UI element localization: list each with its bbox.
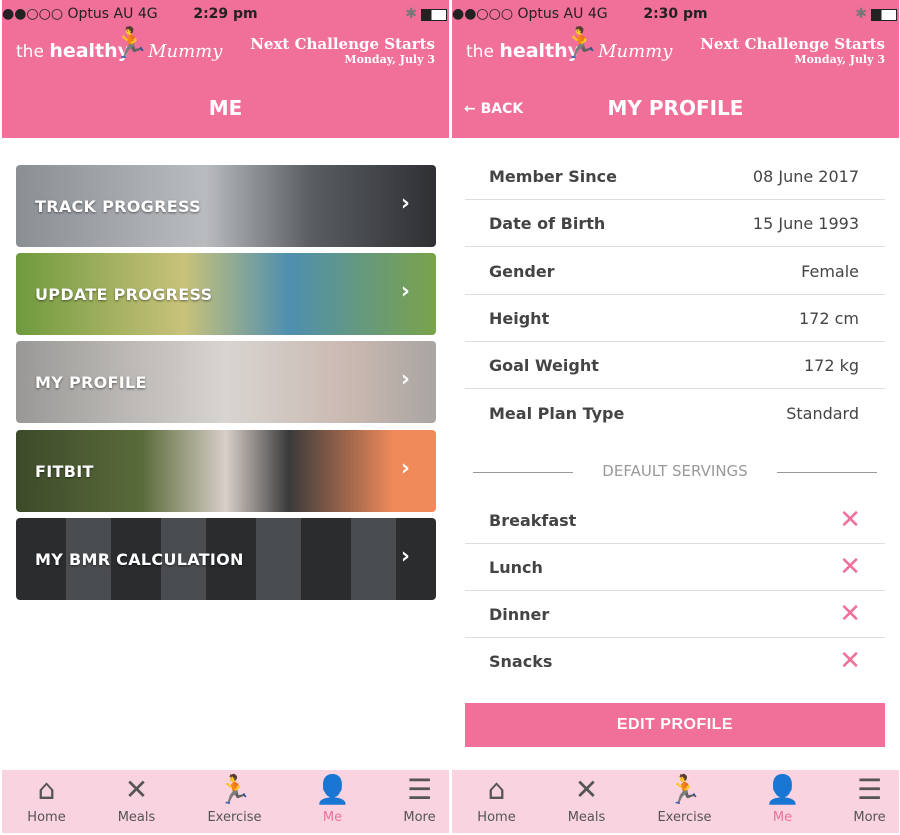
menu-track-progress[interactable]: TRACK PROGRESS › xyxy=(16,165,436,247)
logo: the healthy 🏃 Mummy xyxy=(16,26,223,62)
home-icon: ⌂ xyxy=(37,773,56,806)
running-icon: 🏃 xyxy=(667,773,702,806)
tab-bar: ⌂ Home ✕ Meals 🏃 Exercise 👤 Me ☰ More xyxy=(2,770,449,833)
battery-icon xyxy=(871,9,897,21)
serving-breakfast[interactable]: Breakfast ✕ xyxy=(465,497,885,544)
menu-icon: ☰ xyxy=(856,773,883,806)
utensils-icon: ✕ xyxy=(839,599,861,629)
utensils-icon: ✕ xyxy=(839,552,861,582)
status-bar: ●●○○○ Optus AU 4G 2:29 pm ✱ xyxy=(2,6,449,26)
tab-meals[interactable]: ✕ Meals xyxy=(542,770,631,833)
serving-lunch[interactable]: Lunch ✕ xyxy=(465,544,885,591)
page-title: ME xyxy=(208,96,243,120)
serving-dinner[interactable]: Dinner ✕ xyxy=(465,591,885,638)
person-icon: 👤 xyxy=(315,773,350,806)
edit-profile-button[interactable]: EDIT PROFILE xyxy=(465,703,885,747)
header: ●●○○○ Optus AU 4G 2:30 pm ✱ the healthy 🏃… xyxy=(452,0,899,138)
logo-figure-icon: 🏃 xyxy=(562,26,600,61)
status-bar: ●●○○○ Optus AU 4G 2:30 pm ✱ xyxy=(452,6,899,26)
running-icon: 🏃 xyxy=(217,773,252,806)
page-title: MY PROFILE xyxy=(607,96,744,120)
utensils-icon: ✕ xyxy=(124,773,149,806)
person-icon: 👤 xyxy=(765,773,800,806)
utensils-icon: ✕ xyxy=(839,505,861,535)
utensils-icon: ✕ xyxy=(574,773,599,806)
serving-snacks[interactable]: Snacks ✕ xyxy=(465,638,885,685)
field-meal-plan-type: Meal Plan Type Standard xyxy=(489,404,859,423)
logo-figure-icon: 🏃 xyxy=(112,26,150,61)
tab-bar: ⌂ Home ✕ Meals 🏃 Exercise 👤 Me ☰ More xyxy=(452,770,899,833)
tab-meals[interactable]: ✕ Meals xyxy=(92,770,181,833)
me-screen: ●●○○○ Optus AU 4G 2:29 pm ✱ the healthy 🏃… xyxy=(2,0,449,835)
chevron-right-icon: › xyxy=(400,456,410,481)
challenge-banner: Next Challenge Starts Monday, July 3 xyxy=(700,35,885,66)
tab-more[interactable]: ☰ More xyxy=(375,770,449,833)
default-servings-heading: DEFAULT SERVINGS xyxy=(473,462,877,480)
field-gender: Gender Female xyxy=(465,248,885,295)
utensils-icon: ✕ xyxy=(839,646,861,676)
bluetooth-icon: ✱ xyxy=(405,6,417,22)
chevron-right-icon: › xyxy=(400,191,410,216)
bluetooth-icon: ✱ xyxy=(855,6,867,22)
tab-home[interactable]: ⌂ Home xyxy=(452,770,541,833)
tab-me[interactable]: 👤 Me xyxy=(738,770,827,833)
menu-fitbit[interactable]: FITBIT › xyxy=(16,430,436,512)
menu-bmr-calculation[interactable]: MY BMR CALCULATION › xyxy=(16,518,436,600)
tab-exercise[interactable]: 🏃 Exercise xyxy=(640,770,729,833)
field-member-since: Member Since 08 June 2017 xyxy=(465,153,885,200)
tab-more[interactable]: ☰ More xyxy=(825,770,899,833)
field-date-of-birth: Date of Birth 15 June 1993 xyxy=(465,200,885,247)
profile-screen: ●●○○○ Optus AU 4G 2:30 pm ✱ the healthy 🏃… xyxy=(452,0,899,835)
menu-icon: ☰ xyxy=(406,773,433,806)
clock: 2:30 pm xyxy=(643,6,708,22)
tab-me[interactable]: 👤 Me xyxy=(288,770,377,833)
chevron-right-icon: › xyxy=(400,367,410,392)
field-goal-weight: Goal Weight 172 kg xyxy=(465,342,885,389)
home-icon: ⌂ xyxy=(487,773,506,806)
battery-icon xyxy=(421,9,447,21)
header: ●●○○○ Optus AU 4G 2:29 pm ✱ the healthy 🏃… xyxy=(2,0,449,138)
menu-my-profile[interactable]: MY PROFILE › xyxy=(16,341,436,423)
clock: 2:29 pm xyxy=(193,6,258,22)
chevron-right-icon: › xyxy=(400,544,410,569)
logo: the healthy 🏃 Mummy xyxy=(466,26,673,62)
menu-update-progress[interactable]: UPDATE PROGRESS › xyxy=(16,253,436,335)
field-height: Height 172 cm xyxy=(465,295,885,342)
challenge-banner: Next Challenge Starts Monday, July 3 xyxy=(250,35,435,66)
chevron-right-icon: › xyxy=(400,279,410,304)
tab-exercise[interactable]: 🏃 Exercise xyxy=(190,770,279,833)
tab-home[interactable]: ⌂ Home xyxy=(2,770,91,833)
